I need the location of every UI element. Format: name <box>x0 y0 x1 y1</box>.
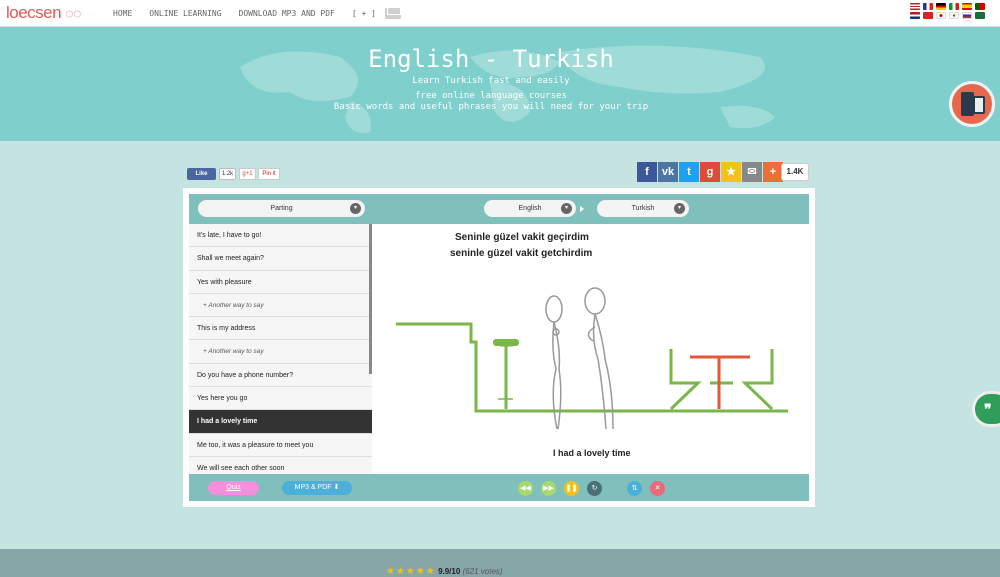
phrase-list-item[interactable]: Yes with pleasure <box>189 270 372 294</box>
phrase-list-item[interactable]: This is my address <box>189 317 372 341</box>
pronunciation: seninle güzel vakit getchirdim <box>450 248 593 259</box>
list-scrollbar[interactable] <box>369 224 372 374</box>
phrase-list-item[interactable]: We will see each other soon <box>189 456 372 474</box>
chevron-down-icon: ▾ <box>674 203 685 214</box>
flag-ru-icon[interactable] <box>962 12 972 19</box>
flag-fr-icon[interactable] <box>923 3 933 10</box>
illustration-stage: Seninle güzel vakit geçirdim seninle güz… <box>373 224 809 474</box>
category-select[interactable]: Parting ▾ <box>198 200 365 217</box>
source-language-select[interactable]: English ▾ <box>484 200 576 217</box>
fast-forward-icon[interactable]: ▶▶ <box>541 481 556 496</box>
nav-online-learning[interactable]: ONLINE LEARNING <box>149 9 221 18</box>
chevron-down-icon: ▾ <box>350 203 361 214</box>
flag-it-icon[interactable] <box>949 3 959 10</box>
flag-jp-icon[interactable] <box>936 12 946 19</box>
phrase-list: It's late, I have to go! Shall we meet ag… <box>189 224 372 474</box>
flag-de-icon[interactable] <box>936 3 946 10</box>
plus-icon[interactable]: + <box>763 162 783 182</box>
site-logo[interactable]: loecsen ◌◌ <box>6 3 81 23</box>
illustration-couple-leaving-icon <box>396 287 788 430</box>
hero-tagline: Learn Turkish fast and easily <box>412 76 570 86</box>
twitter-icon[interactable]: t <box>679 162 699 182</box>
hero-banner: English - Turkish Learn Turkish fast and… <box>0 27 1000 141</box>
flag-cn-icon[interactable] <box>923 12 933 19</box>
rewind-icon[interactable]: ◀◀ <box>518 481 533 496</box>
shuffle-icon[interactable]: ✕ <box>650 481 665 496</box>
mobile-app-icon[interactable] <box>949 81 995 127</box>
star-icon[interactable]: ★ <box>721 162 741 182</box>
mp3-pdf-button[interactable]: MP3 & PDF ⬇ <box>282 481 352 495</box>
flag-us-icon[interactable] <box>910 3 920 10</box>
vk-icon[interactable]: vk <box>658 162 678 182</box>
phrase-list-item[interactable]: Me too, it was a pleasure to meet you <box>189 433 372 457</box>
facebook-like-button[interactable]: Like <box>187 168 216 180</box>
sort-icon[interactable]: ⇅ <box>627 481 642 496</box>
share-buttons: f vk t g ★ ✉ + <box>637 162 783 182</box>
phrase-list-item[interactable]: I had a lovely time <box>189 410 372 434</box>
top-bar: loecsen ◌◌ HOME ONLINE LEARNING DOWNLOAD… <box>0 0 1000 27</box>
another-way-link[interactable]: + Another way to say <box>189 340 372 364</box>
google-icon[interactable]: g <box>700 162 720 182</box>
phrase-list-item[interactable]: Shall we meet again? <box>189 247 372 271</box>
nav-more[interactable]: [ + ] <box>352 9 376 18</box>
phrase-list-item[interactable]: Do you have a phone number? <box>189 363 372 388</box>
phrase-list-item[interactable]: Yes here you go <box>189 387 372 411</box>
flag-pt-icon[interactable] <box>975 3 985 10</box>
flag-nl-icon[interactable] <box>910 12 920 19</box>
flag-es-icon[interactable] <box>962 3 972 10</box>
target-language-select[interactable]: Turkish ▾ <box>597 200 689 217</box>
phrase-caption: I had a lovely time <box>553 448 631 458</box>
chat-icon[interactable]: ❞ <box>972 391 1000 427</box>
repeat-icon[interactable]: ↻ <box>587 481 602 496</box>
arrow-right-icon <box>580 206 584 212</box>
facebook-like-count: 1.2k <box>219 168 236 180</box>
google-plus-button[interactable]: g+1 <box>239 168 256 180</box>
lesson-panel: Parting ▾ English ▾ Turkish ▾ It's late,… <box>183 188 815 507</box>
email-icon[interactable]: ✉ <box>742 162 762 182</box>
flag-kr-icon[interactable] <box>949 12 959 19</box>
selector-bar: Parting ▾ English ▾ Turkish ▾ <box>189 194 809 224</box>
rating-stars-icon: ★★★★★ <box>386 566 436 577</box>
hero-subtitle-1: free online language courses <box>415 91 567 101</box>
hero-subtitle-2: Basic words and useful phrases you will … <box>333 102 649 112</box>
chevron-down-icon: ▾ <box>561 203 572 214</box>
pause-icon[interactable]: ❚❚ <box>564 481 579 496</box>
player-controls-bar: Quiz MP3 & PDF ⬇ ◀◀ ▶▶ ❚❚ ↻ ⇅ ✕ <box>189 474 809 501</box>
nav-home[interactable]: HOME <box>113 9 132 18</box>
rating-votes: (621 votes) <box>462 567 503 576</box>
rating: ★★★★★ 9.9/10 (621 votes) <box>386 566 503 577</box>
speech-bubbles-icon: ◌◌ <box>65 5 81 21</box>
phrase-list-item[interactable]: It's late, I have to go! <box>189 224 372 248</box>
flag-sa-icon[interactable] <box>975 12 985 19</box>
rating-score: 9.9/10 <box>438 567 461 576</box>
language-flags <box>910 3 992 19</box>
another-way-link[interactable]: + Another way to say <box>189 293 372 318</box>
quiz-button[interactable]: Quiz <box>208 481 259 495</box>
facebook-icon[interactable]: f <box>637 162 657 182</box>
main-nav: HOME ONLINE LEARNING DOWNLOAD MP3 AND PD… <box>113 9 393 18</box>
nav-download[interactable]: DOWNLOAD MP3 AND PDF <box>239 9 335 18</box>
translated-phrase: Seninle güzel vakit geçirdim <box>455 232 589 243</box>
pinterest-button[interactable]: Pin it <box>258 168 280 180</box>
mail-icon[interactable] <box>385 8 401 19</box>
page-title: English - Turkish <box>368 45 614 73</box>
share-count: 1.4K <box>781 163 809 181</box>
